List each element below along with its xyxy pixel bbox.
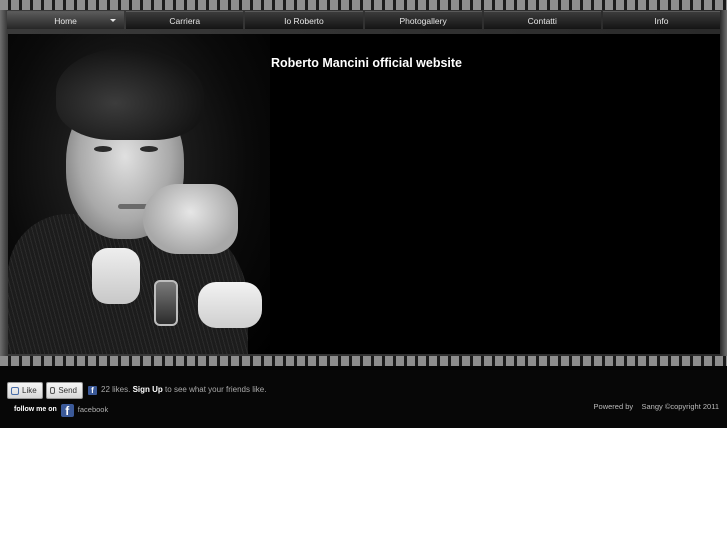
- powered-by-label: Powered by: [593, 402, 634, 411]
- nav-item-contatti[interactable]: Contatti: [483, 11, 601, 29]
- nav-item-info[interactable]: Info: [602, 11, 721, 29]
- follow-facebook: follow me on f facebook: [14, 402, 108, 418]
- nav-item-label: Photogallery: [399, 16, 447, 26]
- film-strip-top: [0, 0, 727, 10]
- facebook-link[interactable]: facebook: [78, 402, 108, 418]
- watch-icon: [154, 280, 178, 326]
- portrait-hair: [56, 48, 204, 140]
- nav-item-label: Contatti: [527, 16, 557, 26]
- likes-tail: to see what your friends like.: [165, 385, 267, 394]
- nav-item-photogallery[interactable]: Photogallery: [364, 11, 482, 29]
- speech-bubble-icon: [50, 387, 56, 394]
- facebook-icon[interactable]: f: [60, 403, 74, 418]
- nav-item-label: Info: [654, 16, 669, 26]
- portrait-eye-left: [94, 146, 112, 152]
- facebook-like-button[interactable]: Like: [7, 382, 43, 399]
- sign-up-link[interactable]: Sign Up: [133, 385, 163, 394]
- nav-item-label: Carriera: [169, 16, 201, 26]
- thumbs-up-icon: [11, 386, 19, 395]
- nav-item-label: Home: [54, 16, 77, 26]
- send-label: Send: [58, 386, 77, 395]
- nav-item-label: Io Roberto: [284, 16, 324, 26]
- copyright-credit: Sangy ©copyright 2011: [641, 402, 719, 411]
- follow-label: follow me on: [14, 406, 57, 413]
- powered-by: Powered by Sangy ©copyright 2011: [594, 402, 719, 411]
- likes-count: 22 likes.: [101, 385, 131, 394]
- facebook-send-button[interactable]: Send: [46, 382, 83, 399]
- main-nav: Home Carriera Io Roberto Photogallery Co…: [7, 11, 721, 29]
- nav-item-carriera[interactable]: Carriera: [126, 11, 244, 29]
- likes-summary: 22 likes. Sign Up to see what your frien…: [101, 385, 266, 394]
- page-title: Roberto Mancini official website: [271, 56, 462, 70]
- nav-item-home[interactable]: Home: [7, 11, 125, 29]
- portrait-hand: [143, 184, 238, 254]
- portrait-cuff-left: [92, 248, 140, 304]
- film-strip-bottom: [0, 356, 727, 366]
- site-container: Home Carriera Io Roberto Photogallery Co…: [0, 0, 727, 428]
- portrait-cuff-right: [198, 282, 262, 328]
- like-label: Like: [22, 386, 37, 395]
- nav-item-io-roberto[interactable]: Io Roberto: [245, 11, 363, 29]
- footer: Like Send f 22 likes. Sign Up to see wha…: [0, 366, 727, 428]
- chevron-down-icon: [110, 19, 117, 22]
- portrait-eye-right: [140, 146, 158, 152]
- facebook-small-icon: f: [88, 386, 97, 395]
- hero-stage: Roberto Mancini official website: [8, 34, 720, 354]
- portrait-image: [8, 34, 270, 354]
